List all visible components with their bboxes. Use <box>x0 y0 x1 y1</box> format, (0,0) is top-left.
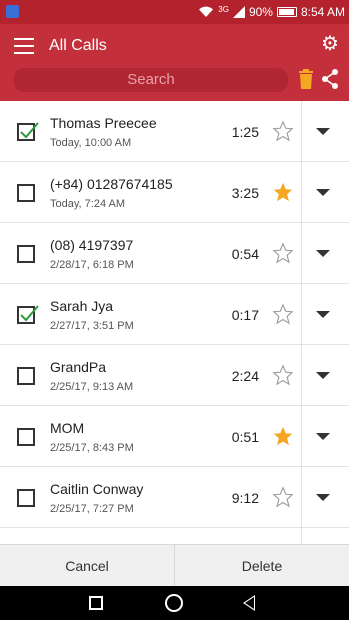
list-item[interactable]: (08) 4197397 2/28/17, 6:18 PM 0:54 <box>0 223 349 284</box>
caller-name: MOM <box>50 420 85 436</box>
action-bar: Cancel Delete <box>0 544 349 586</box>
checkbox[interactable] <box>17 184 35 202</box>
list-item[interactable]: Caitlin Conway 2/25/17, 7:27 PM 9:12 <box>0 467 349 528</box>
row-divider <box>301 528 302 544</box>
back-icon[interactable] <box>243 595 255 611</box>
delete-button[interactable]: Delete <box>174 545 349 586</box>
call-duration: 2:24 <box>231 368 259 384</box>
checkbox[interactable] <box>17 305 39 324</box>
recents-icon[interactable] <box>89 596 103 610</box>
call-duration: 9:12 <box>231 490 259 506</box>
expand-icon[interactable] <box>316 372 330 379</box>
call-duration: 0:51 <box>231 429 259 445</box>
caller-name: GrandPa <box>50 359 107 375</box>
call-date: 2/25/17, 8:43 PM <box>50 442 134 454</box>
caller-name: Thomas Preecee <box>50 115 157 131</box>
list-item <box>0 528 349 544</box>
checkmark-icon <box>20 305 39 322</box>
call-date: 2/27/17, 3:51 PM <box>50 320 134 332</box>
call-date: Today, 7:24 AM <box>50 198 126 210</box>
app-bar: All Calls ⚙ Search <box>0 24 349 101</box>
call-date: 2/25/17, 7:27 PM <box>50 503 134 515</box>
search-input[interactable]: Search <box>14 68 288 92</box>
battery-percent: 90% <box>248 5 273 19</box>
cancel-button[interactable]: Cancel <box>0 545 174 586</box>
call-duration: 3:25 <box>231 185 259 201</box>
star-filled-icon[interactable] <box>272 425 294 447</box>
star-filled-icon[interactable] <box>272 181 294 203</box>
checkbox[interactable] <box>17 245 35 263</box>
row-divider <box>301 467 302 528</box>
call-date: 2/28/17, 6:18 PM <box>50 259 134 271</box>
page-title: All Calls <box>49 37 107 54</box>
home-icon[interactable] <box>165 594 183 612</box>
list-item[interactable]: Thomas Preecee Today, 10:00 AM 1:25 <box>0 101 349 162</box>
status-bar: 3G 90% 8:54 AM <box>0 0 349 24</box>
call-date: Today, 10:00 AM <box>50 137 132 149</box>
share-icon[interactable] <box>321 68 339 90</box>
checkbox[interactable] <box>17 122 39 141</box>
expand-icon[interactable] <box>316 189 330 196</box>
star-outline-icon[interactable] <box>272 303 294 325</box>
star-outline-icon[interactable] <box>272 242 294 264</box>
signal-icon <box>232 6 245 18</box>
expand-icon[interactable] <box>316 494 330 501</box>
row-divider <box>301 223 302 284</box>
menu-icon[interactable] <box>14 38 34 54</box>
list-item[interactable]: MOM 2/25/17, 8:43 PM 0:51 <box>0 406 349 467</box>
row-divider <box>301 101 302 162</box>
caller-name: (08) 4197397 <box>50 237 134 253</box>
call-date: 2/25/17, 9:13 AM <box>50 381 134 393</box>
star-outline-icon[interactable] <box>272 486 294 508</box>
star-outline-icon[interactable] <box>272 364 294 386</box>
row-divider <box>301 284 302 345</box>
call-duration: 0:17 <box>231 307 259 323</box>
row-divider <box>301 345 302 406</box>
row-divider <box>301 406 302 467</box>
call-duration: 1:25 <box>231 124 259 140</box>
list-item[interactable]: (+84) 01287674185 Today, 7:24 AM 3:25 <box>0 162 349 223</box>
trash-icon[interactable] <box>298 68 314 90</box>
checkbox[interactable] <box>17 428 35 446</box>
expand-icon[interactable] <box>316 128 330 135</box>
list-item[interactable]: Sarah Jya 2/27/17, 3:51 PM 0:17 <box>0 284 349 345</box>
expand-icon[interactable] <box>316 311 330 318</box>
network-type: 3G <box>218 4 229 14</box>
clock: 8:54 AM <box>300 5 345 19</box>
caller-name: Caitlin Conway <box>50 481 144 497</box>
caller-name: (+84) 01287674185 <box>50 176 173 192</box>
call-duration: 0:54 <box>231 246 259 262</box>
list-item[interactable]: GrandPa 2/25/17, 9:13 AM 2:24 <box>0 345 349 406</box>
expand-icon[interactable] <box>316 250 330 257</box>
checkmark-icon <box>20 122 39 139</box>
row-divider <box>301 162 302 223</box>
checkbox[interactable] <box>17 489 35 507</box>
gear-icon[interactable]: ⚙ <box>320 34 340 54</box>
wifi-icon <box>199 6 214 18</box>
call-list: Thomas Preecee Today, 10:00 AM 1:25 (+84… <box>0 101 349 544</box>
app-notification-icon <box>6 5 19 18</box>
star-outline-icon[interactable] <box>272 120 294 142</box>
system-nav-bar <box>0 586 349 620</box>
caller-name: Sarah Jya <box>50 298 114 314</box>
checkbox[interactable] <box>17 367 35 385</box>
battery-icon <box>276 7 297 17</box>
expand-icon[interactable] <box>316 433 330 440</box>
